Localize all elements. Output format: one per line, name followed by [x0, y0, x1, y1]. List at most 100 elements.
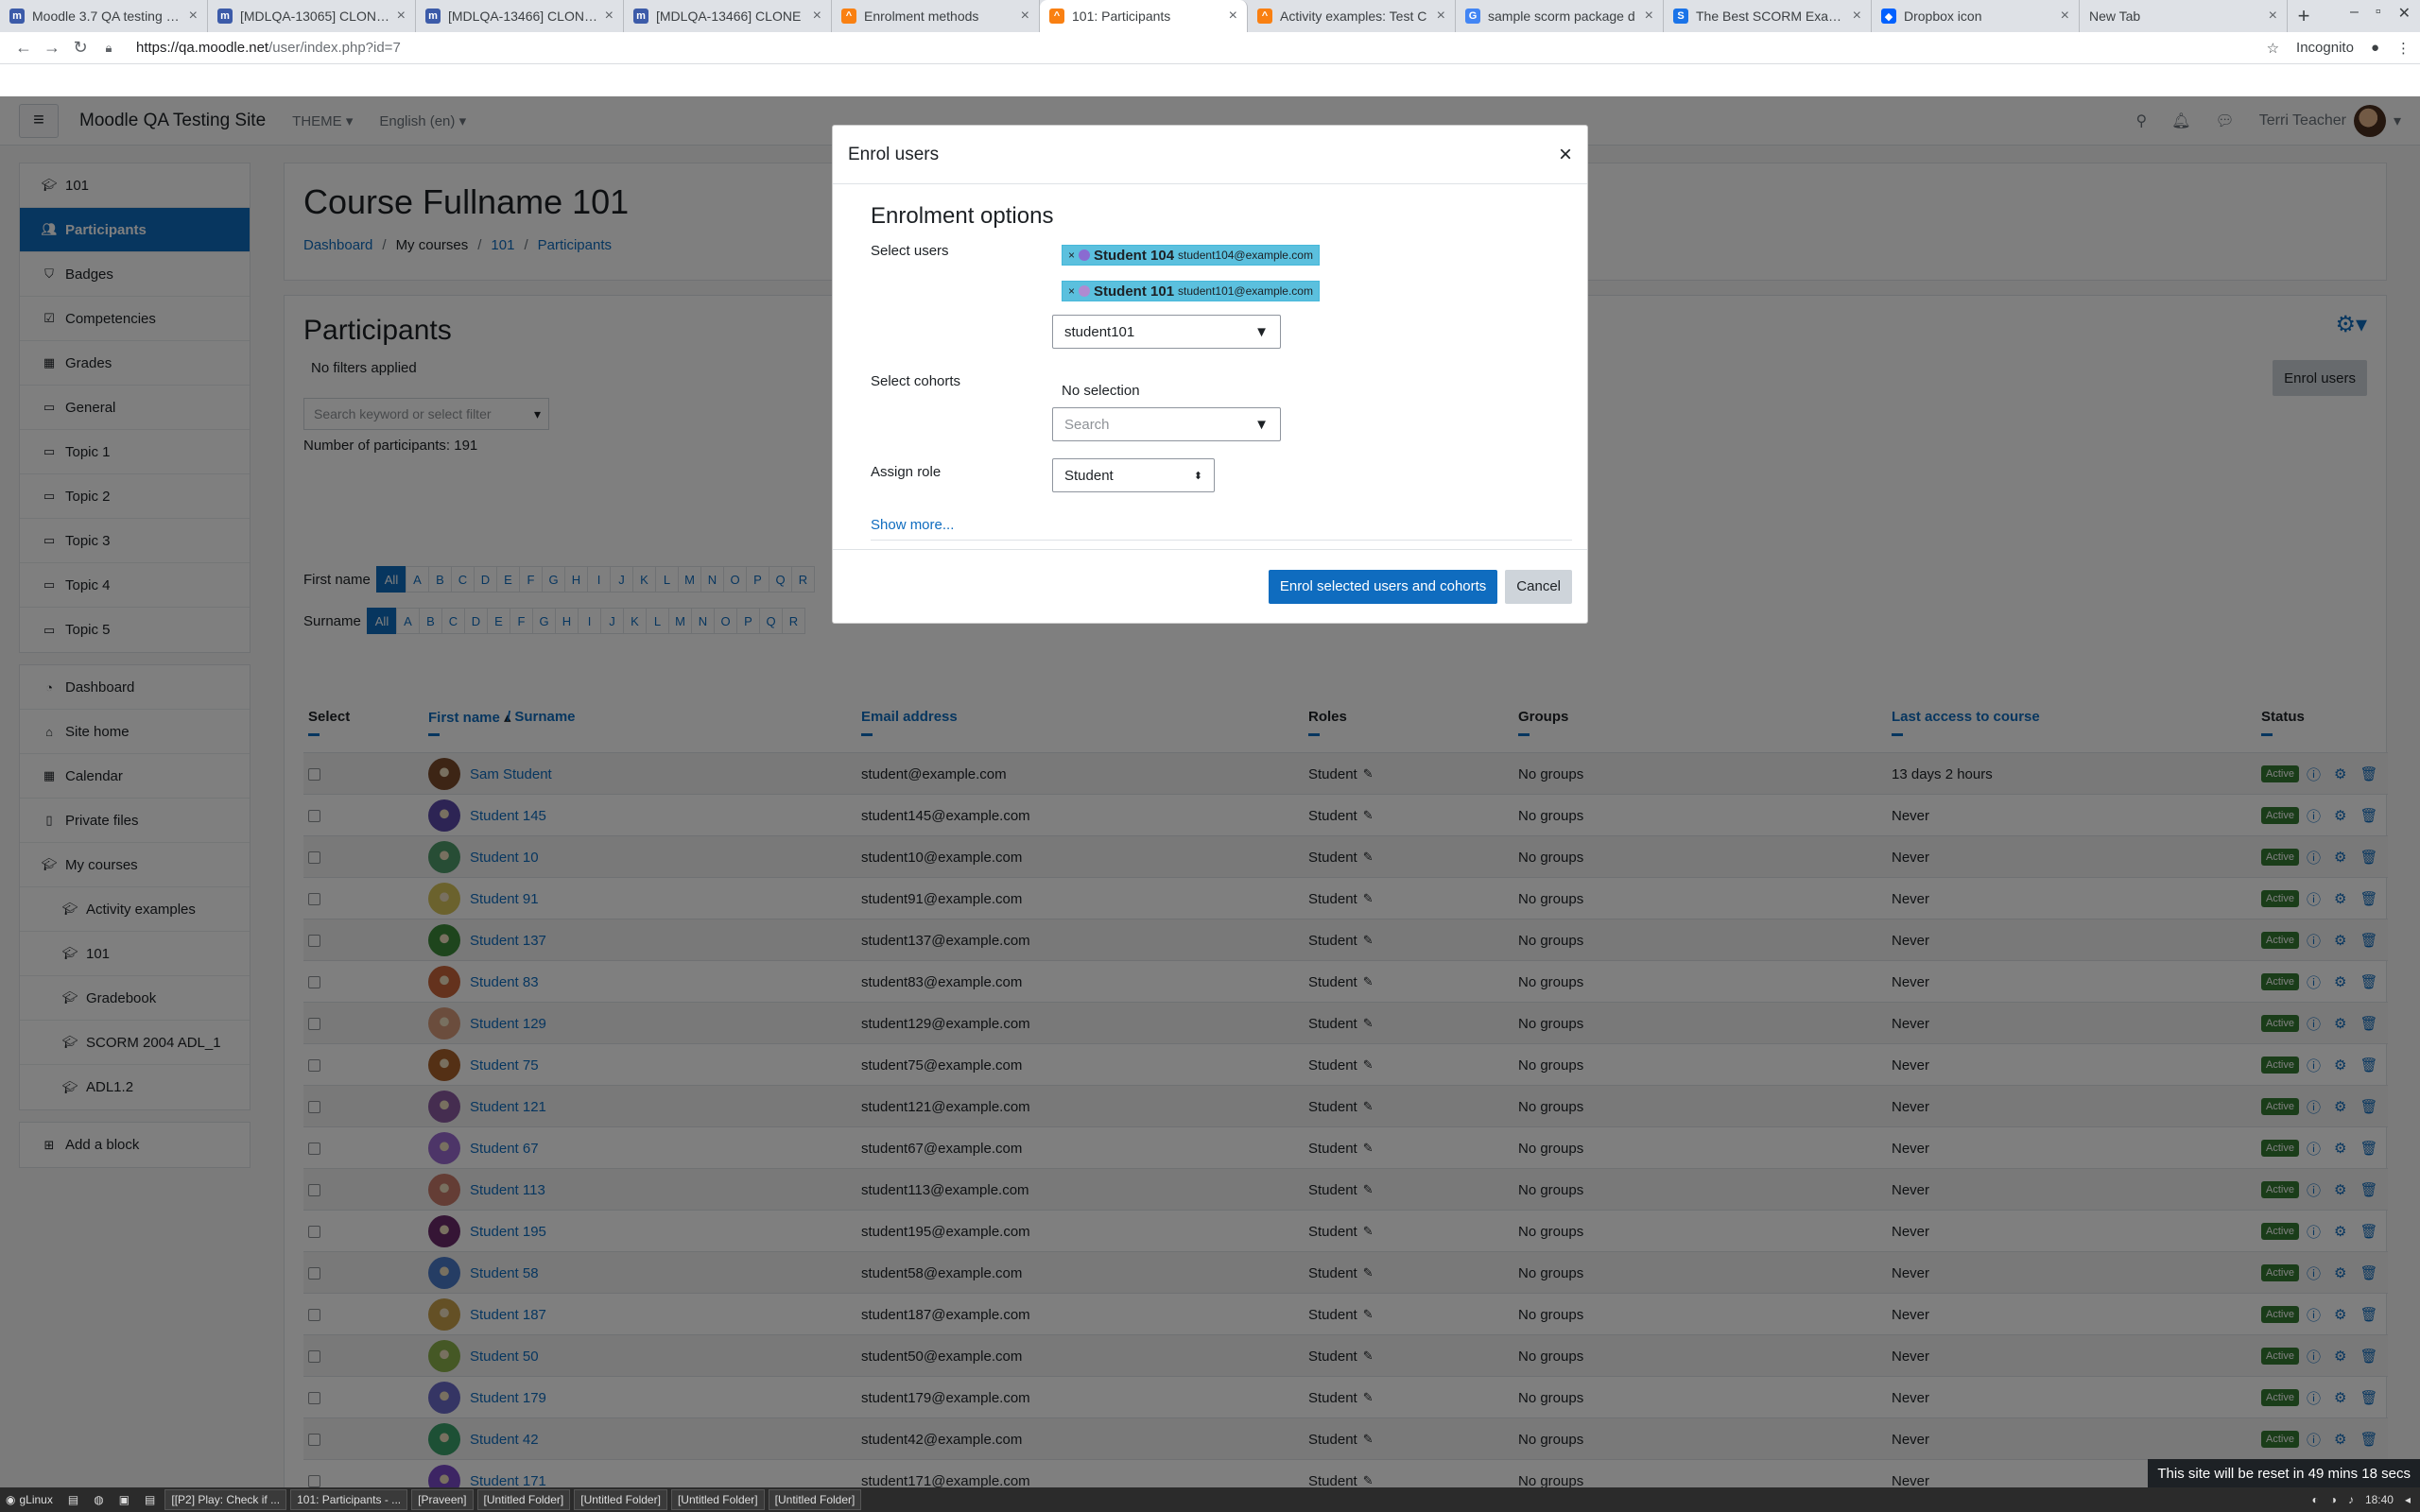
browser-tab[interactable]: ◆ Dropbox icon ×: [1872, 0, 2080, 32]
jira-icon: m: [425, 9, 441, 24]
browser-tab[interactable]: ^ Enrolment methods ×: [832, 0, 1040, 32]
taskbar-window-button[interactable]: [[P2] Play: Check if ...: [164, 1489, 287, 1510]
tab-label: Enrolment methods: [864, 9, 979, 24]
tab-label: sample scorm package d: [1488, 9, 1635, 24]
taskbar-window-button[interactable]: 101: Participants - ...: [290, 1489, 408, 1510]
caret-down-icon[interactable]: ▼: [1254, 324, 1269, 340]
close-icon[interactable]: ×: [397, 8, 406, 25]
browser-tab[interactable]: m [MDLQA-13065] CLONE - ×: [208, 0, 416, 32]
browser-tab[interactable]: m Moodle 3.7 QA testing - M ×: [0, 0, 208, 32]
folder-launcher-icon[interactable]: ▤: [62, 1489, 84, 1510]
user-avatar-icon: [1079, 285, 1091, 297]
close-icon[interactable]: ×: [1437, 8, 1445, 25]
tab-label: The Best SCORM Exampl: [1696, 9, 1847, 24]
show-more-link[interactable]: Show more...: [871, 517, 954, 533]
reload-icon[interactable]: ↻: [66, 38, 95, 58]
taskbar-window-button[interactable]: [Untitled Folder]: [768, 1489, 862, 1510]
browser-tab[interactable]: ^ 101: Participants ×: [1040, 0, 1248, 32]
select-arrows-icon: ⬍: [1193, 470, 1202, 482]
tab-label: [MDLQA-13065] CLONE -: [240, 9, 391, 24]
dropbox-icon: ◆: [1881, 9, 1896, 24]
menu-dots-icon[interactable]: ⋮: [2396, 40, 2411, 57]
volume-icon[interactable]: ♪: [2348, 1493, 2354, 1506]
remove-icon[interactable]: ×: [1068, 284, 1075, 298]
taskbar-window-button[interactable]: [Untitled Folder]: [476, 1489, 571, 1510]
cohort-search-placeholder: Search: [1064, 416, 1110, 433]
os-taskbar: ◉ gLinux ▤ ◍ ▣ ▤ [[P2] Play: Check if ...…: [0, 1487, 2420, 1512]
cohorts-no-selection: No selection: [1062, 383, 1140, 399]
tab-label: [MDLQA-13466] CLONE -: [448, 9, 599, 24]
chrome-launcher-icon[interactable]: ◍: [88, 1489, 109, 1510]
taskbar-window-button[interactable]: [Untitled Folder]: [574, 1489, 667, 1510]
bookmark-star-icon[interactable]: ☆: [2267, 40, 2279, 57]
close-icon[interactable]: ×: [1645, 8, 1653, 25]
browser-tab[interactable]: S The Best SCORM Exampl ×: [1664, 0, 1872, 32]
close-icon[interactable]: ×: [813, 8, 821, 25]
close-icon[interactable]: ×: [189, 8, 198, 25]
assign-role-value: Student: [1064, 467, 1114, 484]
site-reset-notice: This site will be reset in 49 mins 18 se…: [2148, 1459, 2420, 1487]
taskbar-window-button[interactable]: [Praveen]: [411, 1489, 474, 1510]
chip-user-email: student101@example.com: [1178, 284, 1313, 298]
user-search-input[interactable]: student101 ▼: [1052, 315, 1281, 349]
maximize-icon[interactable]: ▫: [2376, 4, 2381, 23]
close-icon[interactable]: ×: [1021, 8, 1029, 25]
start-menu-button[interactable]: ◉ gLinux: [0, 1489, 59, 1510]
start-icon: ◉: [6, 1493, 16, 1506]
url-path: /user/index.php?id=7: [268, 40, 401, 56]
files-launcher-icon[interactable]: ▤: [139, 1489, 161, 1510]
moodle-hat-icon: ^: [1257, 9, 1272, 24]
incognito-icon[interactable]: ●: [2371, 40, 2379, 56]
chip-user-name: Student 101: [1094, 283, 1175, 300]
toolbar-gap: [0, 64, 2420, 96]
cancel-button[interactable]: Cancel: [1505, 569, 1572, 604]
tab-label: [MDLQA-13466] CLONE: [656, 9, 802, 24]
dialog-title: Enrol users: [848, 144, 940, 164]
tab-label: New Tab: [2089, 9, 2141, 24]
window-controls: – ▫ ✕: [2350, 4, 2411, 23]
selected-user-chip[interactable]: × Student 104 student104@example.com: [1062, 245, 1320, 266]
start-label: gLinux: [19, 1493, 53, 1506]
browser-tab[interactable]: m [MDLQA-13466] CLONE - ×: [416, 0, 624, 32]
tray-icon[interactable]: ◐: [2311, 1493, 2318, 1506]
browser-tab[interactable]: Gsample scorm package d ×: [1456, 0, 1664, 32]
moodle-icon: m: [9, 9, 25, 24]
browser-tab-bar: m Moodle 3.7 QA testing - M × m [MDLQA-13065…: [0, 0, 2420, 32]
forward-icon[interactable]: →: [38, 38, 66, 58]
assign-role-select[interactable]: Student ⬍: [1052, 458, 1215, 492]
select-users-label: Select users: [871, 243, 949, 259]
close-icon[interactable]: ×: [2061, 8, 2069, 25]
url-field[interactable]: https://qa.moodle.net/user/index.php?id=…: [136, 40, 2267, 56]
terminal-launcher-icon[interactable]: ▣: [113, 1489, 135, 1510]
close-icon[interactable]: ×: [605, 8, 614, 25]
close-icon[interactable]: ×: [2269, 8, 2277, 25]
close-icon[interactable]: ×: [1559, 142, 1572, 168]
close-icon[interactable]: ×: [1853, 8, 1861, 25]
browser-tab[interactable]: New Tab ×: [2080, 0, 2288, 32]
google-icon: G: [1465, 9, 1480, 24]
enrolment-options-heading: Enrolment options: [871, 203, 1054, 229]
scorm-icon: S: [1673, 9, 1688, 24]
selected-user-chip[interactable]: × Student 101 student101@example.com: [1062, 281, 1320, 301]
chip-user-name: Student 104: [1094, 247, 1175, 264]
tab-label: Activity examples: Test C: [1280, 9, 1427, 24]
caret-down-icon[interactable]: ▼: [1254, 417, 1269, 433]
new-tab-button[interactable]: +: [2288, 0, 2320, 32]
browser-tab[interactable]: ^ Activity examples: Test C ×: [1248, 0, 1456, 32]
back-icon[interactable]: ←: [9, 38, 38, 58]
browser-tab[interactable]: m [MDLQA-13466] CLONE ×: [624, 0, 832, 32]
system-tray: ◐ ◑ ♪ 18:40 ◂: [2311, 1493, 2411, 1506]
cohort-search-input[interactable]: Search ▼: [1052, 407, 1281, 441]
close-window-icon[interactable]: ✕: [2398, 4, 2411, 23]
enrol-selected-button[interactable]: Enrol selected users and cohorts: [1268, 569, 1498, 604]
minimize-icon[interactable]: –: [2350, 4, 2359, 23]
remove-icon[interactable]: ×: [1068, 249, 1075, 262]
url-host: https://qa.moodle.net: [136, 40, 269, 56]
enrol-users-dialog: Enrol users × Enrolment options Select u…: [832, 125, 1588, 624]
assign-role-label: Assign role: [871, 464, 942, 480]
volume-icon[interactable]: ◂: [2405, 1493, 2411, 1506]
taskbar-window-button[interactable]: [Untitled Folder]: [670, 1489, 765, 1510]
close-icon[interactable]: ×: [1229, 8, 1237, 25]
lock-icon[interactable]: 🔒︎: [95, 41, 123, 56]
tray-icon[interactable]: ◑: [2330, 1493, 2337, 1506]
